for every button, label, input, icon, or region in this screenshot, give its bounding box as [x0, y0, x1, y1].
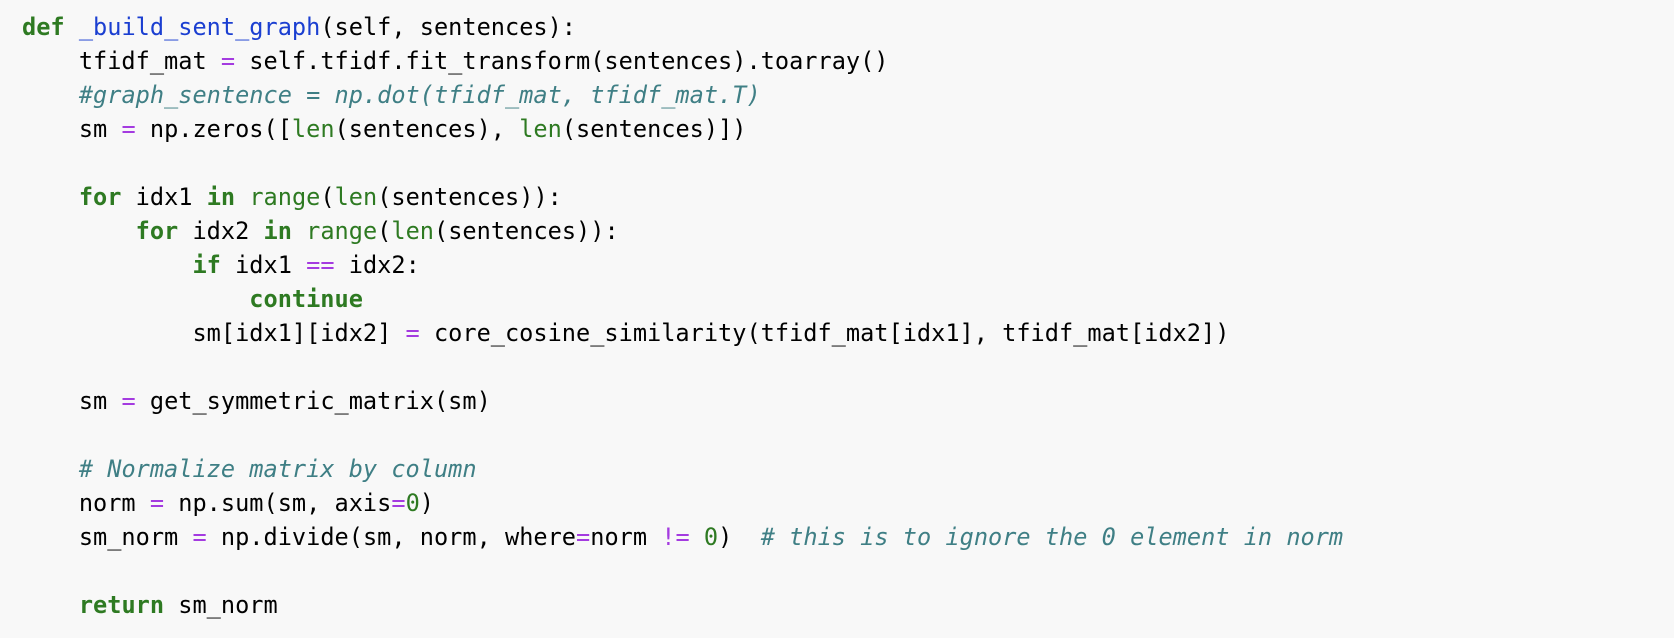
code-token-keyword: return	[78, 591, 165, 619]
code-token-default	[22, 285, 249, 313]
code-token-operator: =	[220, 47, 236, 75]
code-token-default: norm	[22, 489, 150, 517]
code-token-default: sm	[22, 387, 122, 415]
code-token-keyword: for	[78, 183, 122, 211]
code-line: for idx2 in range(len(sentences)):	[22, 214, 1674, 248]
code-token-default: )	[419, 489, 434, 517]
code-token-default: (sentences)):	[377, 183, 562, 211]
code-token-default	[65, 13, 79, 41]
code-line: return sm_norm	[22, 588, 1674, 622]
code-token-builtin: range	[306, 217, 378, 245]
code-token-default: core_cosine_similarity(tfidf_mat[idx1], …	[419, 319, 1230, 347]
code-token-operator: =	[405, 319, 420, 347]
code-token-default: (sentences)])	[561, 115, 747, 143]
code-token-default: sm[idx1][idx2]	[22, 319, 406, 347]
code-token-default: np.divide(sm, norm, where	[206, 523, 577, 551]
code-token-default: self.tfidf.fit_transform(sentences).toar…	[235, 47, 889, 75]
code-token-operator: !=	[661, 523, 690, 551]
code-token-default: (	[320, 183, 335, 211]
code-line: #graph_sentence = np.dot(tfidf_mat, tfid…	[22, 78, 1674, 112]
code-token-operator: =	[121, 115, 136, 143]
code-token-default	[22, 455, 79, 483]
code-token-builtin: len	[391, 217, 435, 245]
code-token-comment: # Normalize matrix by column	[78, 455, 477, 483]
code-line: continue	[22, 282, 1674, 316]
code-line: # Normalize matrix by column	[22, 452, 1674, 486]
code-line: sm_norm = np.divide(sm, norm, where=norm…	[22, 520, 1674, 554]
code-token-keyword: continue	[249, 285, 363, 313]
code-token-keyword: in	[206, 183, 236, 211]
code-token-default: tfidf_mat	[22, 47, 221, 75]
code-token-default: idx1	[121, 183, 207, 211]
code-token-default	[22, 591, 79, 619]
code-token-default	[22, 81, 79, 109]
code-token-operator: =	[149, 489, 165, 517]
code-token-operator: =	[391, 489, 406, 517]
code-token-default: )	[718, 523, 761, 551]
code-line: if idx1 == idx2:	[22, 248, 1674, 282]
code-token-default: idx2:	[334, 251, 420, 279]
code-line: for idx1 in range(len(sentences)):	[22, 180, 1674, 214]
code-token-default: (sentences),	[334, 115, 520, 143]
code-token-builtin: len	[334, 183, 378, 211]
code-token-operator: =	[576, 523, 591, 551]
code-token-keyword: def	[22, 13, 65, 41]
code-token-default: np.zeros([	[135, 115, 292, 143]
code-line: tfidf_mat = self.tfidf.fit_transform(sen…	[22, 44, 1674, 78]
code-block: def _build_sent_graph(self, sentences): …	[0, 0, 1674, 638]
code-line: sm = get_symmetric_matrix(sm)	[22, 384, 1674, 418]
code-token-default: sm	[22, 115, 122, 143]
code-token-function-name: _build_sent_graph	[78, 13, 321, 41]
code-token-keyword: in	[263, 217, 292, 245]
code-token-default: (sentences)):	[434, 217, 619, 245]
code-token-default: sm_norm	[22, 523, 193, 551]
code-token-default	[690, 523, 704, 551]
code-token-builtin: range	[249, 183, 321, 211]
code-token-default: idx1	[220, 251, 307, 279]
code-line: sm[idx1][idx2] = core_cosine_similarity(…	[22, 316, 1674, 350]
code-token-number: 0	[703, 523, 719, 551]
code-token-default: idx2	[178, 217, 264, 245]
code-token-builtin: len	[291, 115, 335, 143]
code-token-number: 0	[405, 489, 420, 517]
code-line: norm = np.sum(sm, axis=0)	[22, 486, 1674, 520]
code-token-operator: ==	[306, 251, 335, 279]
code-token-keyword: for	[135, 217, 179, 245]
code-token-default	[292, 217, 306, 245]
code-token-default	[22, 183, 79, 211]
code-token-operator: =	[121, 387, 136, 415]
code-line: def _build_sent_graph(self, sentences):	[22, 10, 1674, 44]
code-token-comment: # this is to ignore the 0 element in nor…	[760, 523, 1344, 551]
code-line: sm = np.zeros([len(sentences), len(sente…	[22, 112, 1674, 146]
code-token-default: (	[377, 217, 392, 245]
code-token-operator: =	[192, 523, 207, 551]
code-token-default: get_symmetric_matrix(sm)	[135, 387, 491, 415]
code-token-default: (self, sentences):	[320, 13, 577, 41]
code-token-default: sm_norm	[164, 591, 278, 619]
code-token-default	[22, 251, 192, 279]
code-token-default	[235, 183, 249, 211]
code-token-default: np.sum(sm, axis	[164, 489, 392, 517]
code-token-default: norm	[590, 523, 662, 551]
code-token-keyword: if	[192, 251, 221, 279]
code-token-builtin: len	[519, 115, 562, 143]
code-token-default	[22, 217, 136, 245]
code-token-comment: #graph_sentence = np.dot(tfidf_mat, tfid…	[78, 81, 761, 109]
